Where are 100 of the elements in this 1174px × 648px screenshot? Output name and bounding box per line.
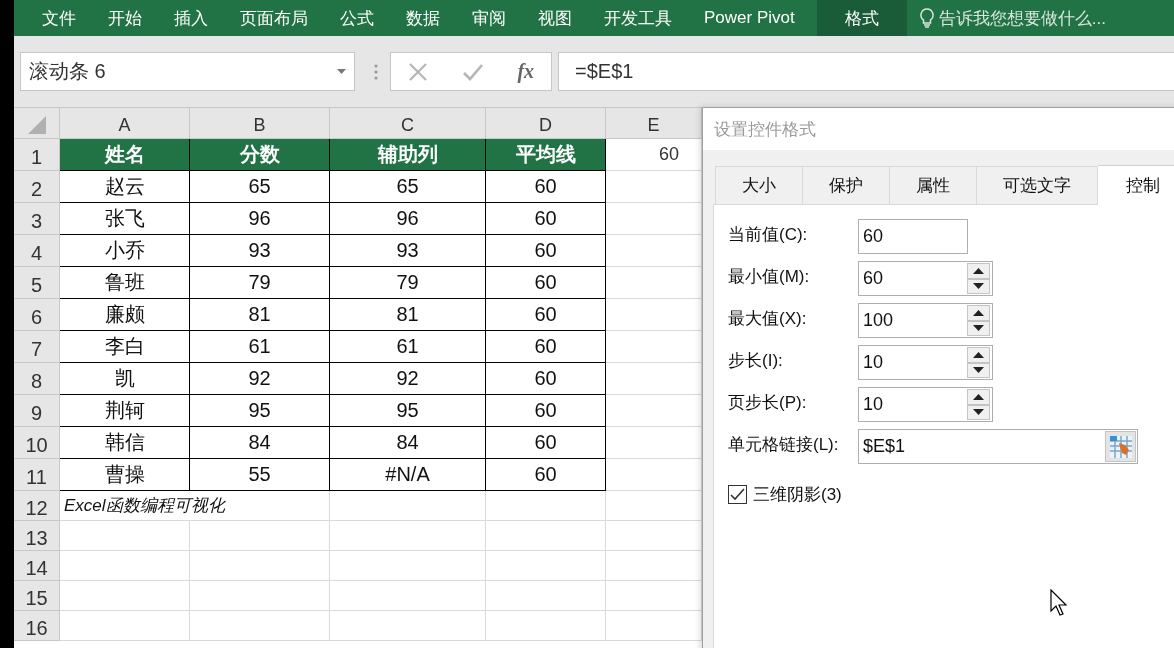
spin-up-button[interactable] [967, 389, 990, 405]
table-cell: 李白 [60, 331, 190, 363]
row-header[interactable]: 9 [14, 395, 60, 427]
lightbulb-icon [918, 8, 935, 28]
up-triangle-icon [973, 393, 984, 400]
table-cell: 81 [190, 299, 330, 331]
name-box[interactable]: 滚动条 6 [20, 52, 355, 91]
field-value: 10 [863, 394, 885, 415]
ribbon-tab[interactable]: 数据 [390, 0, 456, 36]
table-cell: 93 [330, 235, 486, 267]
field-label: 最小值(M): [728, 266, 811, 288]
row-header[interactable]: 4 [14, 235, 60, 267]
row-header[interactable]: 1 [14, 139, 60, 171]
table-cell: 96 [330, 203, 486, 235]
table-cell: 60 [486, 267, 606, 299]
column-header[interactable]: A [60, 108, 190, 139]
table-cell: 廉颇 [60, 299, 190, 331]
spin-up-button[interactable] [967, 347, 990, 363]
dialog-tab[interactable]: 属性 [890, 166, 977, 204]
field-label: 单元格链接(L): [728, 434, 840, 456]
ribbon-tab[interactable]: 审阅 [456, 0, 522, 36]
input-field[interactable]: 10 [858, 387, 993, 422]
table-cell: 鲁班 [60, 267, 190, 299]
ribbon-tab[interactable]: 开发工具 [588, 0, 688, 36]
input-field[interactable]: $E$1 [858, 429, 1138, 464]
row-header[interactable]: 7 [14, 331, 60, 363]
formula-field[interactable]: =$E$1 [558, 52, 1174, 91]
column-header[interactable]: E [606, 108, 702, 139]
table-header-cell: 辅助列 [330, 139, 486, 171]
input-field[interactable]: 60 [858, 261, 993, 296]
dialog-tab[interactable]: 控制 [1098, 165, 1174, 205]
ribbon-tab[interactable]: 文件 [26, 0, 92, 36]
ribbon-tab[interactable]: 公式 [324, 0, 390, 36]
range-select-button[interactable] [1105, 431, 1136, 462]
table-cell: 曹操 [60, 459, 190, 491]
table-header-cell: 姓名 [60, 139, 190, 171]
field-value: 10 [863, 352, 885, 373]
table-cell: 60 [486, 459, 606, 491]
checkbox-label[interactable]: 三维阴影(3) [753, 483, 842, 506]
dropdown-caret-icon [337, 69, 346, 74]
tell-me-search[interactable]: 告诉我您想要做什么... [938, 6, 1106, 30]
input-field[interactable]: 100 [858, 303, 993, 338]
dialog-tab[interactable]: 可选文字 [977, 166, 1098, 204]
ribbon-tab[interactable]: 开始 [92, 0, 158, 36]
select-all-icon [27, 116, 46, 134]
range-picker-icon [1109, 435, 1132, 458]
field-value: 60 [863, 268, 885, 289]
row-header[interactable]: 3 [14, 203, 60, 235]
row-header[interactable]: 5 [14, 267, 60, 299]
table-cell: 60 [486, 299, 606, 331]
ribbon-tab[interactable]: 页面布局 [224, 0, 324, 36]
row-header[interactable]: 15 [14, 581, 60, 611]
row-header[interactable]: 11 [14, 459, 60, 491]
table-cell: 60 [486, 171, 606, 203]
table-cell: 赵云 [60, 171, 190, 203]
row-header[interactable]: 12 [14, 491, 60, 521]
up-triangle-icon [973, 309, 984, 316]
table-cell: 60 [486, 235, 606, 267]
spin-up-button[interactable] [967, 263, 990, 279]
table-cell: 凯 [60, 363, 190, 395]
column-header[interactable]: C [330, 108, 486, 139]
input-field[interactable]: 60 [858, 219, 968, 254]
spin-up-button[interactable] [967, 305, 990, 321]
column-header[interactable]: B [190, 108, 330, 139]
column-header[interactable]: D [486, 108, 606, 139]
table-cell: 84 [330, 427, 486, 459]
row-header[interactable]: 8 [14, 363, 60, 395]
down-triangle-icon [973, 325, 984, 332]
table-header-cell: 分数 [190, 139, 330, 171]
table-cell: 84 [190, 427, 330, 459]
field-label: 最大值(X): [728, 308, 808, 330]
field-value: $E$1 [863, 436, 907, 457]
insert-function-button[interactable]: fx [517, 60, 535, 83]
dialog-title: 设置控件格式 [703, 108, 1174, 150]
checkbox[interactable] [728, 485, 747, 504]
ribbon-tab[interactable]: 格式 [816, 0, 907, 36]
row-header[interactable]: 16 [14, 611, 60, 641]
table-cell: 61 [330, 331, 486, 363]
ribbon-tab[interactable]: Power Pivot [688, 0, 811, 36]
table-cell: 65 [190, 171, 330, 203]
row-header[interactable]: 13 [14, 521, 60, 551]
table-cell: 韩信 [60, 427, 190, 459]
field-label: 步长(I): [728, 350, 784, 372]
up-triangle-icon [973, 267, 984, 274]
input-field[interactable]: 10 [858, 345, 993, 380]
row-header[interactable]: 6 [14, 299, 60, 331]
field-label: 当前值(C): [728, 224, 809, 246]
ribbon-tab[interactable]: 视图 [522, 0, 588, 36]
table-cell: #N/A [330, 459, 486, 491]
table-cell: 60 [486, 363, 606, 395]
down-triangle-icon [973, 409, 984, 416]
table-cell: 96 [190, 203, 330, 235]
table-cell: 61 [190, 331, 330, 363]
row-header[interactable]: 14 [14, 551, 60, 581]
table-cell: 92 [190, 363, 330, 395]
ribbon-tab[interactable]: 插入 [158, 0, 224, 36]
dialog-tab[interactable]: 保护 [803, 166, 890, 204]
row-header[interactable]: 2 [14, 171, 60, 203]
row-header[interactable]: 10 [14, 427, 60, 459]
dialog-tab[interactable]: 大小 [715, 166, 803, 204]
